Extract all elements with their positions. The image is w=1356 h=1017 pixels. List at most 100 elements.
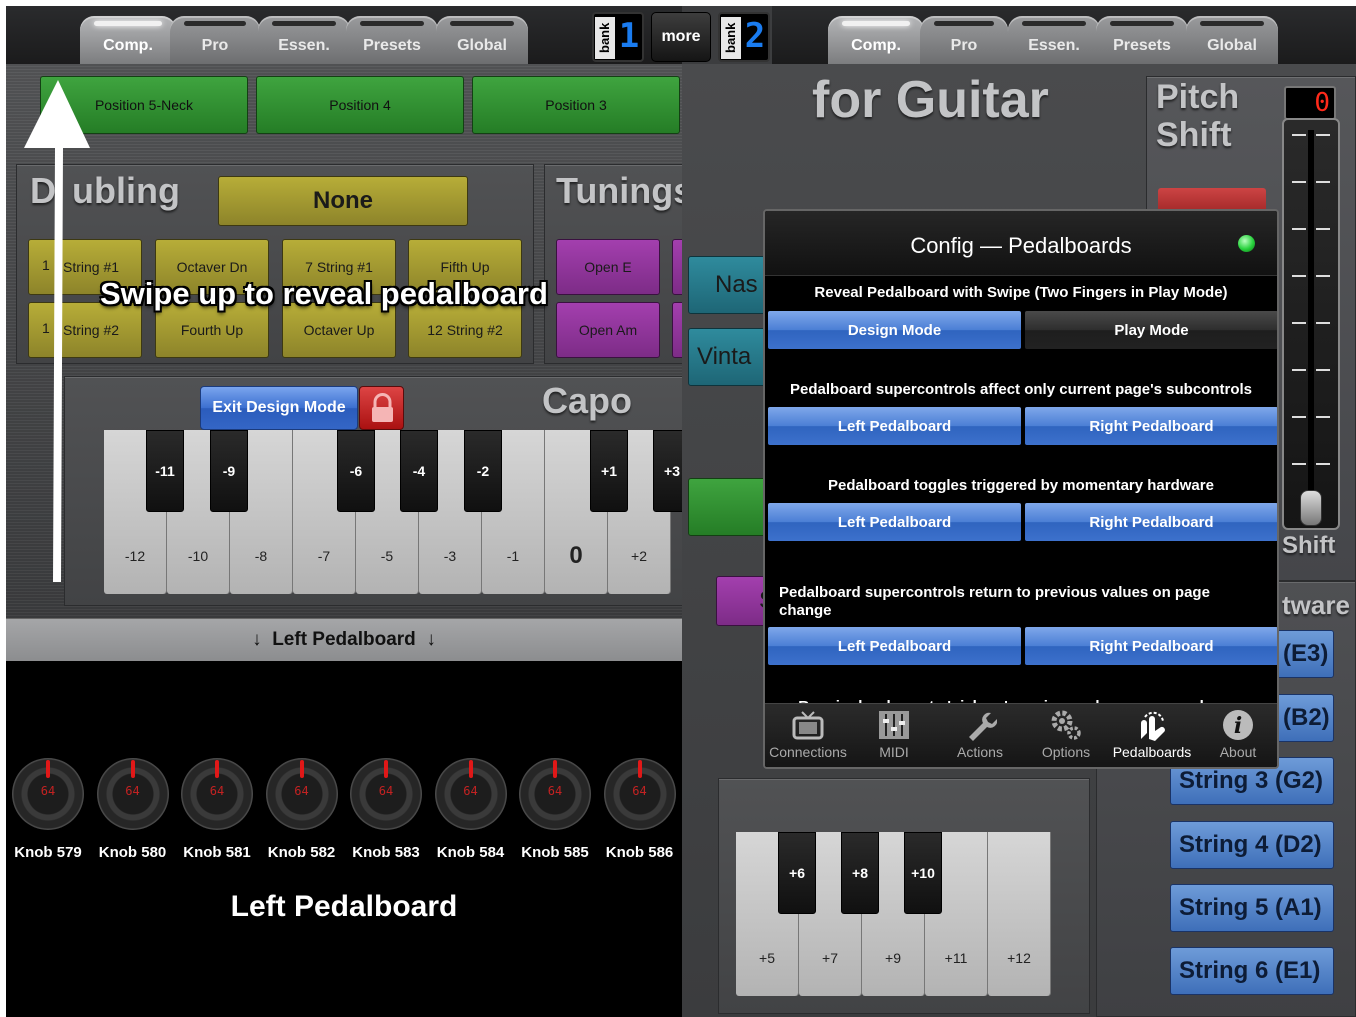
knob-dial[interactable]: 64 — [603, 758, 676, 830]
pitch-shift-slider[interactable] — [1282, 118, 1340, 530]
supercontrols-right-option[interactable]: Right Pedalboard — [1025, 407, 1277, 445]
capo-black-key[interactable]: -9 — [210, 430, 248, 512]
tab-led — [1022, 21, 1086, 26]
left-tab-pro[interactable]: Pro — [170, 16, 260, 64]
knob-value: 64 — [632, 784, 647, 798]
footer-options[interactable]: Options — [1023, 706, 1109, 760]
left-tab-essen[interactable]: Essen. — [258, 16, 350, 64]
slider-tick — [1316, 322, 1330, 324]
pitch-shift-value-display: 0 — [1284, 86, 1336, 120]
knob[interactable]: 64 Knob 583 — [344, 758, 428, 861]
pedalboard-header[interactable]: ↓ Left Pedalboard ↓ — [6, 618, 682, 661]
footer-connections[interactable]: Connections — [765, 706, 851, 760]
toggles-right-option[interactable]: Right Pedalboard — [1025, 503, 1277, 541]
tuning-open-e-button[interactable]: Open E — [556, 239, 660, 295]
config-footer: Connections MIDI Actions Options Pedalbo… — [765, 703, 1277, 767]
pedalboard-title: Left Pedalboard — [230, 890, 458, 923]
swipe-up-arrow-icon — [24, 80, 90, 582]
string-4-button[interactable]: String 4 (D2) — [1170, 821, 1334, 869]
swipe-gesture-icon — [1141, 711, 1165, 741]
tab-led — [842, 21, 910, 26]
knob[interactable]: 64 Knob 582 — [260, 758, 344, 861]
capo-black-key[interactable]: -11 — [146, 430, 184, 512]
capo-black-key[interactable]: -4 — [400, 430, 438, 512]
string-5-button[interactable]: String 5 (A1) — [1170, 884, 1334, 932]
reveal-design-mode-option[interactable]: Design Mode — [768, 311, 1021, 349]
footer-pedalboards[interactable]: Pedalboards — [1109, 706, 1195, 760]
supercontrols-left-option[interactable]: Left Pedalboard — [768, 407, 1021, 445]
right-page-title: for Guitar — [812, 71, 1049, 129]
slider-tick — [1292, 463, 1306, 465]
knob-dial[interactable]: 64 — [12, 758, 84, 830]
knob[interactable]: 64 Knob 579 — [6, 758, 90, 861]
capo-black-key[interactable]: +1 — [590, 430, 628, 512]
knob[interactable]: 64 Knob 584 — [429, 758, 513, 861]
string-6-button[interactable]: String 6 (E1) — [1170, 947, 1334, 995]
footer-midi[interactable]: MIDI — [851, 706, 937, 760]
left-tab-presets[interactable]: Presets — [346, 16, 438, 64]
knob-value: 64 — [463, 784, 478, 798]
position-3-button[interactable]: Position 3 — [472, 76, 680, 134]
swipe-hint-text: Swipe up to reveal pedalboard — [100, 276, 548, 311]
right-tab-bar: Comp. Pro Essen. Presets Global — [772, 6, 1356, 64]
config-popover: Config — Pedalboards Reveal Pedalboard w… — [763, 209, 1279, 769]
tab-led — [184, 21, 246, 26]
right-tab-global[interactable]: Global — [1186, 16, 1278, 64]
knob[interactable]: 64 Knob 580 — [91, 758, 175, 861]
config-question-3: Pedalboard toggles triggered by momentar… — [828, 477, 1214, 494]
lock-button[interactable] — [359, 386, 404, 430]
knob-dial[interactable]: 64 — [96, 758, 169, 830]
config-header: Config — Pedalboards — [765, 211, 1277, 276]
slider-tick — [1292, 134, 1306, 136]
bank-2-value: 2 — [744, 16, 766, 56]
slider-handle[interactable] — [1300, 490, 1322, 526]
position-4-button[interactable]: Position 4 — [256, 76, 464, 134]
tab-led — [272, 21, 336, 26]
left-tab-global[interactable]: Global — [436, 16, 528, 64]
knob-dial[interactable]: 64 — [265, 758, 338, 830]
exit-design-mode-button[interactable]: Exit Design Mode — [200, 386, 358, 430]
more-button[interactable]: more — [651, 12, 711, 62]
knob[interactable]: 64 Knob 586 — [598, 758, 682, 861]
footer-about[interactable]: i About — [1195, 706, 1277, 760]
footer-actions[interactable]: Actions — [937, 706, 1023, 760]
right-black-key[interactable]: +6 — [778, 832, 816, 914]
knob-dial[interactable]: 64 — [181, 758, 253, 830]
left-tab-comp[interactable]: Comp. — [80, 16, 176, 64]
knob[interactable]: 64 Knob 585 — [513, 758, 597, 861]
right-tab-pro[interactable]: Pro — [920, 16, 1008, 64]
pitch-shift-title-2: Shift — [1156, 116, 1232, 154]
toggles-left-option[interactable]: Left Pedalboard — [768, 503, 1021, 541]
bank-2-selector[interactable]: bank 2 — [718, 12, 770, 62]
right-white-key[interactable]: +12 — [988, 832, 1050, 996]
reveal-play-mode-option[interactable]: Play Mode — [1025, 311, 1277, 349]
right-tab-presets[interactable]: Presets — [1096, 16, 1188, 64]
pedalboard-header-label: ↓ Left Pedalboard ↓ — [252, 629, 436, 650]
right-tab-comp[interactable]: Comp. — [828, 16, 924, 64]
capo-black-key[interactable]: -6 — [337, 430, 375, 512]
pitch-shift-title-1: Pitch — [1156, 78, 1240, 116]
knob-dial[interactable]: 64 — [519, 758, 591, 830]
bank-1-label: bank — [595, 17, 615, 59]
knob[interactable]: 64 Knob 581 — [175, 758, 259, 861]
doubling-selected-button[interactable]: None — [218, 176, 468, 226]
knob-indicator — [299, 760, 304, 778]
tuning-open-am-button[interactable]: Open Am — [556, 302, 660, 358]
config-question-4: Pedalboard supercontrols return to previ… — [779, 584, 1210, 619]
return-values-left-option[interactable]: Left Pedalboard — [768, 627, 1021, 665]
right-black-key[interactable]: +10 — [904, 832, 942, 914]
bank-1-selector[interactable]: bank 1 — [592, 12, 644, 62]
left-tab-bar: Comp. Pro Essen. Presets Global — [6, 6, 682, 64]
wrench-icon — [969, 712, 997, 741]
right-tab-essen[interactable]: Essen. — [1008, 16, 1100, 64]
lock-icon — [372, 393, 393, 422]
slider-tick — [1316, 181, 1330, 183]
knob-dial[interactable]: 64 — [434, 758, 507, 830]
slider-track — [1308, 130, 1314, 520]
capo-black-key[interactable]: -2 — [464, 430, 502, 512]
knob-indicator — [130, 760, 135, 778]
right-black-key[interactable]: +8 — [841, 832, 879, 914]
knob-value: 64 — [378, 784, 394, 798]
knob-dial[interactable]: 64 — [350, 758, 422, 830]
return-values-right-option[interactable]: Right Pedalboard — [1025, 627, 1277, 665]
